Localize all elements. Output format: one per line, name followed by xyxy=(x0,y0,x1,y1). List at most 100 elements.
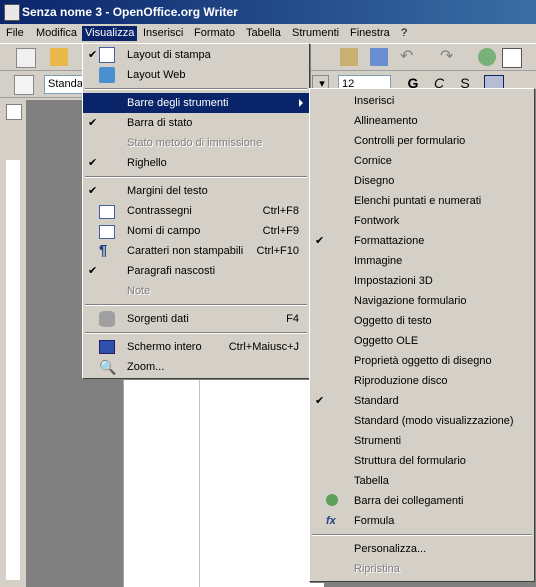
menu-item-paragrafi-nascosti[interactable]: ✔ Paragrafi nascosti xyxy=(83,261,309,281)
submenu-item-barra-dei-collegamenti[interactable]: Barra dei collegamenti xyxy=(310,491,534,511)
submenu-item-disegno[interactable]: Disegno xyxy=(310,171,534,191)
submenu-item-impostazioni-3d[interactable]: Impostazioni 3D xyxy=(310,271,534,291)
menu-item-schermo-intero[interactable]: Schermo intero Ctrl+Maiusc+J xyxy=(83,337,309,357)
submenu-item-personalizza[interactable]: Personalizza... xyxy=(310,539,534,559)
submenu-item-label: Tabella xyxy=(354,475,389,487)
menu-item-label: Barra di stato xyxy=(127,117,193,129)
menu-item-contrassegni[interactable]: Contrassegni Ctrl+F8 xyxy=(83,201,309,221)
menu-item-barre-degli-strumenti[interactable]: Barre degli strumenti xyxy=(83,93,309,113)
paragraph-style-field[interactable]: Standa xyxy=(44,75,85,94)
title-bar: Senza nome 3 - OpenOffice.org Writer xyxy=(0,0,536,24)
submenu-item-tabella[interactable]: Tabella xyxy=(310,471,534,491)
full-screen-icon xyxy=(99,340,115,354)
menu-finestra[interactable]: Finestra xyxy=(347,26,393,41)
submenu-item-oggetto-di-testo[interactable]: Oggetto di testo xyxy=(310,311,534,331)
field-names-icon xyxy=(99,225,115,239)
submenu-item-label: Barra dei collegamenti xyxy=(354,495,464,507)
menu-item-label: Margini del testo xyxy=(127,185,208,197)
text-boundary xyxy=(199,380,200,587)
database-icon xyxy=(99,311,115,327)
submenu-item-struttura-del-formulario[interactable]: Struttura del formulario xyxy=(310,451,534,471)
web-layout-icon xyxy=(99,67,115,83)
shortcut-label: Ctrl+F8 xyxy=(262,205,299,217)
menu-item-zoom[interactable]: 🔍 Zoom... xyxy=(83,357,309,377)
view-menu: ✔ Layout di stampa Layout Web Barre degl… xyxy=(82,43,310,379)
submenu-item-strumenti[interactable]: Strumenti xyxy=(310,431,534,451)
submenu-item-oggetto-ole[interactable]: Oggetto OLE xyxy=(310,331,534,351)
submenu-item-formattazione[interactable]: ✔ Formattazione xyxy=(310,231,534,251)
submenu-item-elenchi-puntati-e-numerati[interactable]: Elenchi puntati e numerati xyxy=(310,191,534,211)
navigator-icon[interactable] xyxy=(478,48,496,66)
menu-help[interactable]: ? xyxy=(398,26,410,41)
submenu-item-formula[interactable]: fx Formula xyxy=(310,511,534,531)
menu-item-margini-del-testo[interactable]: ✔ Margini del testo xyxy=(83,181,309,201)
submenu-item-immagine[interactable]: Immagine xyxy=(310,251,534,271)
menu-item-caratteri-non-stampabili[interactable]: ¶ Caratteri non stampabili Ctrl+F10 xyxy=(83,241,309,261)
submenu-item-label: Allineamento xyxy=(354,115,418,127)
menu-item-label: Righello xyxy=(127,157,167,169)
submenu-item-controlli-per-formulario[interactable]: Controlli per formulario xyxy=(310,131,534,151)
field-shadings-icon xyxy=(99,205,115,219)
new-document-icon[interactable] xyxy=(16,48,36,68)
check-icon: ✔ xyxy=(315,235,325,247)
writer-app-icon xyxy=(4,4,20,21)
undo-icon[interactable]: ↶ xyxy=(400,48,418,66)
vertical-ruler xyxy=(0,100,27,587)
check-icon: ✔ xyxy=(88,117,98,129)
menu-formato[interactable]: Formato xyxy=(191,26,238,41)
submenu-item-label: Strumenti xyxy=(354,435,402,447)
submenu-item-label: Standard xyxy=(354,395,399,407)
submenu-item-riproduzione-disco[interactable]: Riproduzione disco xyxy=(310,371,534,391)
table-icon[interactable] xyxy=(502,48,522,68)
paste-icon[interactable] xyxy=(340,48,358,66)
menu-strumenti[interactable]: Strumenti xyxy=(289,26,342,41)
menu-inserisci[interactable]: Inserisci xyxy=(140,26,186,41)
check-icon: ✔ xyxy=(88,185,98,197)
menu-item-label: Nomi di campo xyxy=(127,225,201,237)
submenu-item-label: Controlli per formulario xyxy=(354,135,466,147)
submenu-item-allineamento[interactable]: Allineamento xyxy=(310,111,534,131)
submenu-item-standard-modo-visualizzazione[interactable]: Standard (modo visualizzazione) xyxy=(310,411,534,431)
submenu-item-propriet-oggetto-di-disegno[interactable]: Proprietà oggetto di disegno xyxy=(310,351,534,371)
submenu-item-label: Inserisci xyxy=(354,95,395,107)
format-paintbrush-icon[interactable] xyxy=(370,48,388,66)
submenu-item-label: Personalizza... xyxy=(354,543,427,555)
submenu-item-label: Formattazione xyxy=(354,235,425,247)
pilcrow-icon: ¶ xyxy=(99,242,108,259)
hyperlink-bar-icon xyxy=(326,494,338,506)
menu-file[interactable]: File xyxy=(3,26,27,41)
submenu-item-inserisci[interactable]: Inserisci xyxy=(310,91,534,111)
menu-item-label: Layout Web xyxy=(127,69,186,81)
menu-item-label: Note xyxy=(127,285,151,297)
menu-item-note: Note xyxy=(83,281,309,301)
submenu-item-navigazione-formulario[interactable]: Navigazione formulario xyxy=(310,291,534,311)
menu-item-barra-di-stato[interactable]: ✔ Barra di stato xyxy=(83,113,309,133)
submenu-item-label: Oggetto OLE xyxy=(354,335,419,347)
menu-tabella[interactable]: Tabella xyxy=(243,26,284,41)
menu-item-layout-web[interactable]: Layout Web xyxy=(83,65,309,85)
open-folder-icon[interactable] xyxy=(50,48,68,66)
menu-item-layout-di-stampa[interactable]: ✔ Layout di stampa xyxy=(83,45,309,65)
submenu-item-label: Oggetto di testo xyxy=(354,315,432,327)
submenu-item-cornice[interactable]: Cornice xyxy=(310,151,534,171)
menu-item-sorgenti-dati[interactable]: Sorgenti dati F4 xyxy=(83,309,309,329)
submenu-item-label: Impostazioni 3D xyxy=(354,275,433,287)
print-layout-icon xyxy=(99,47,115,63)
menu-item-label: Paragrafi nascosti xyxy=(127,265,216,277)
redo-icon[interactable]: ↷ xyxy=(440,48,458,66)
submenu-item-label: Disegno xyxy=(354,175,395,187)
submenu-item-standard[interactable]: ✔ Standard xyxy=(310,391,534,411)
tab-stop-selector[interactable] xyxy=(6,104,22,120)
document-page[interactable] xyxy=(123,380,324,587)
submenu-item-label: Navigazione formulario xyxy=(354,295,467,307)
submenu-item-fontwork[interactable]: Fontwork xyxy=(310,211,534,231)
menu-item-righello[interactable]: ✔ Righello xyxy=(83,153,309,173)
menu-modifica[interactable]: Modifica xyxy=(33,26,80,41)
ruler-scale xyxy=(6,160,20,580)
menu-item-nomi-di-campo[interactable]: Nomi di campo Ctrl+F9 xyxy=(83,221,309,241)
shortcut-label: Ctrl+Maiusc+J xyxy=(228,341,299,353)
check-icon: ✔ xyxy=(315,395,325,407)
menu-visualizza[interactable]: Visualizza xyxy=(82,26,138,41)
styles-icon[interactable] xyxy=(14,75,34,95)
submenu-item-label: Immagine xyxy=(354,255,403,267)
